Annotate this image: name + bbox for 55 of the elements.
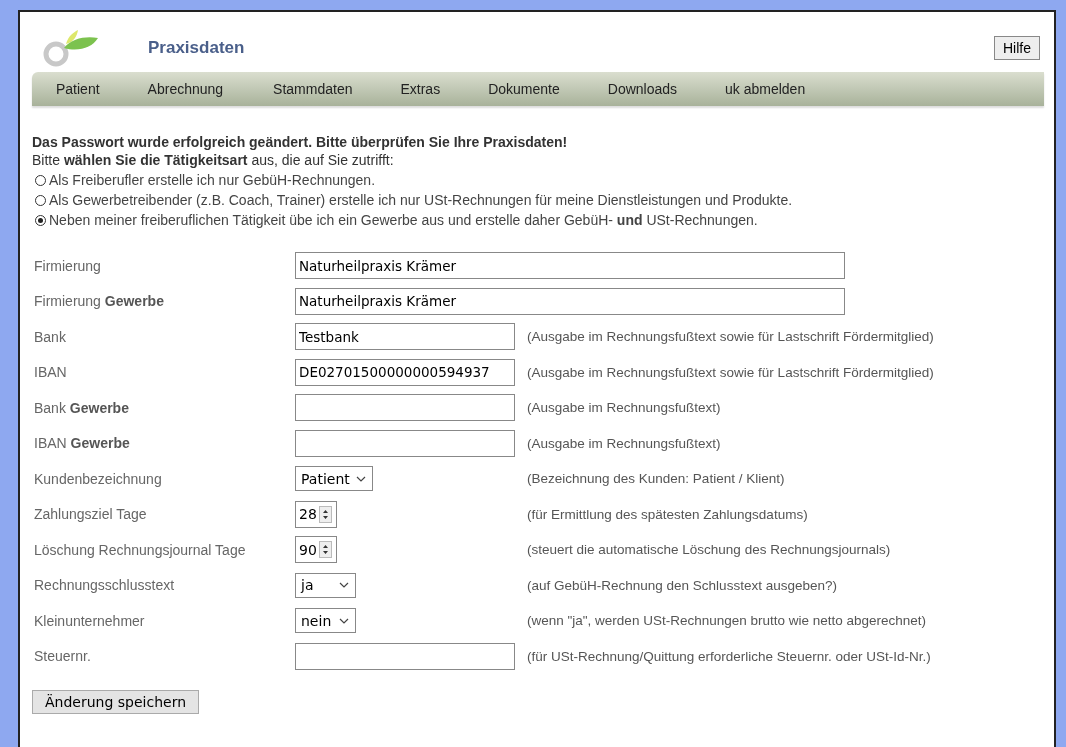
field-label: Firmierung <box>33 257 102 274</box>
number-spinner[interactable]: 90 <box>295 536 337 564</box>
nav-item[interactable]: Patient <box>56 81 100 97</box>
field-label: Löschung Rechnungsjournal Tage <box>33 541 247 558</box>
field-label: IBAN Gewerbe <box>33 435 131 452</box>
nav-item[interactable]: uk abmelden <box>725 81 806 97</box>
dropdown[interactable]: ja <box>295 572 356 598</box>
field-hint: (Ausgabe im Rechnungsfußtext sowie für Lastschrift Fördermitglied) <box>526 364 935 380</box>
field-label: Rechnungsschlusstext <box>33 577 176 594</box>
field-label: Bank Gewerbe <box>33 399 130 416</box>
field-label: Zahlungsziel Tage <box>33 506 148 523</box>
field-hint: (steuert die automatische Löschung des Rechnungsjournals) <box>526 542 892 558</box>
nav-item[interactable]: Stammdaten <box>273 81 353 97</box>
field-hint: (Ausgabe im Rechnungsfußtext) <box>526 435 722 451</box>
number-spinner[interactable]: 28 <box>295 500 337 528</box>
spinner-arrows-icon[interactable] <box>318 505 332 523</box>
field-label: Bank <box>33 328 67 345</box>
logo-icon <box>42 28 98 68</box>
chevron-down-icon <box>339 617 349 624</box>
input-field[interactable]: Naturheilpraxis Krämer <box>295 287 845 315</box>
field-label: Kleinunternehmer <box>33 612 146 629</box>
field-hint: (Ausgabe im Rechnungsfußtext sowie für Lastschrift Fördermitglied) <box>526 329 935 345</box>
input-field[interactable] <box>295 642 515 670</box>
nav-item[interactable]: Downloads <box>607 81 678 97</box>
spinner-arrows-icon[interactable] <box>318 541 332 559</box>
field-hint: (für USt-Rechnung/Quittung erforderliche Steuernr. oder USt-Id-Nr.) <box>526 648 932 664</box>
field-hint: (für Ermittlung des spätesten Zahlungsdatums) <box>526 506 809 522</box>
save-button[interactable]: Änderung speichern <box>32 690 200 714</box>
field-hint: (Bezeichnung des Kunden: Patient / Klient) <box>526 471 786 487</box>
dropdown[interactable]: Patient <box>295 466 373 492</box>
nav-item[interactable]: Extras <box>400 81 441 97</box>
input-field[interactable]: Naturheilpraxis Krämer <box>295 252 845 280</box>
page-title: Praxisdaten <box>148 38 245 58</box>
field-label: IBAN <box>33 364 68 381</box>
field-hint: (wenn "ja", werden USt-Rechnungen brutto wie netto abgerechnet) <box>526 613 928 629</box>
success-message: Das Passwort wurde erfolgreich geändert. Bitte überprüfen Sie Ihre Praxisdaten! <box>32 134 569 150</box>
field-label: Steuernr. <box>33 648 92 665</box>
chevron-down-icon <box>355 475 366 482</box>
nav-item[interactable]: Dokumente <box>488 81 560 97</box>
radio-label: Als Gewerbetreibender (z.B. Coach, Trainer) erstelle ich nur USt-Rechnungen für meine Dienstleistungen und Produkte. <box>49 192 793 208</box>
input-field[interactable]: Testbank <box>295 323 515 351</box>
field-hint: (Ausgabe im Rechnungsfußtext) <box>526 400 722 416</box>
input-field[interactable]: DE02701500000000594937 <box>295 358 515 386</box>
instruction-text: Bitte wählen Sie die Tätigkeitsart aus, die auf Sie zutrifft: <box>32 152 395 168</box>
field-hint: (auf GebüH-Rechnung den Schlusstext ausgeben?) <box>526 577 838 593</box>
input-field[interactable] <box>295 429 515 457</box>
nav-item[interactable]: Abrechnung <box>147 81 224 97</box>
radio-label: Als Freiberufler erstelle ich nur GebüH-Rechnungen. <box>49 172 376 188</box>
chevron-down-icon <box>339 582 349 589</box>
input-field[interactable] <box>295 394 515 422</box>
radio-label: Neben meiner freiberuflichen Tätigkeit übe ich ein Gewerbe aus und erstelle daher GebüH- und USt-Rechnungen. <box>49 212 758 228</box>
dropdown[interactable]: nein <box>295 608 356 634</box>
field-label: Kundenbezeichnung <box>33 470 163 487</box>
help-button[interactable]: Hilfe <box>994 36 1040 60</box>
field-label: Firmierung Gewerbe <box>33 293 165 310</box>
